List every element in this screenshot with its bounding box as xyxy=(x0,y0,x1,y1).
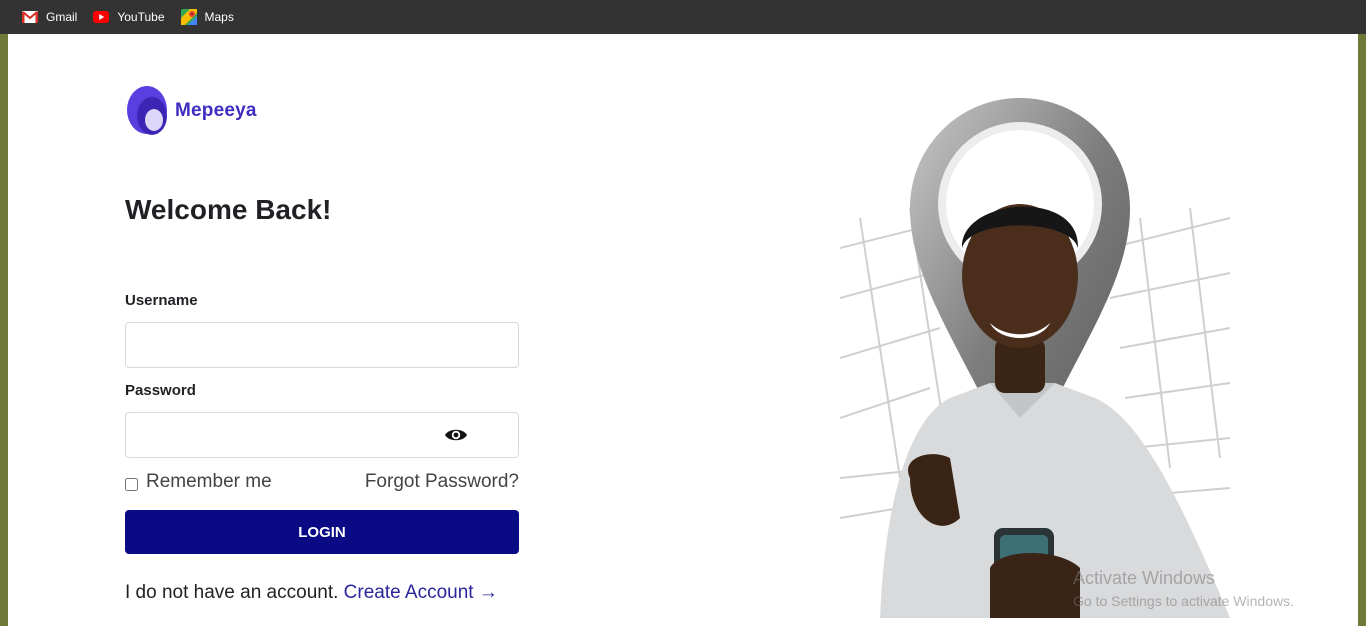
hero-illustration xyxy=(840,98,1230,618)
bookmark-label: YouTube xyxy=(117,10,165,24)
remember-checkbox[interactable] xyxy=(125,477,138,491)
gmail-icon xyxy=(22,9,38,25)
username-label: Username xyxy=(125,292,198,309)
bookmark-youtube[interactable]: YouTube xyxy=(93,9,165,25)
login-button[interactable]: LOGIN xyxy=(125,510,519,554)
brand-logo[interactable]: Mepeeya xyxy=(125,86,257,136)
bookmark-label: Maps xyxy=(204,10,234,24)
maps-icon xyxy=(180,9,197,25)
page-title: Welcome Back! xyxy=(125,194,332,225)
username-input[interactable] xyxy=(125,322,519,368)
activate-windows-watermark: Activate Windows Go to Settings to activ… xyxy=(1073,568,1294,609)
logo-mark-icon xyxy=(127,86,167,135)
watermark-title: Activate Windows xyxy=(1073,568,1216,588)
bookmarks-bar: Gmail YouTube Maps xyxy=(0,0,1366,34)
arrow-right-icon: → xyxy=(478,582,498,603)
create-account-link[interactable]: Create Account → xyxy=(344,582,498,603)
forgot-password-link[interactable]: Forgot Password? xyxy=(365,471,519,493)
bookmark-gmail[interactable]: Gmail xyxy=(22,9,77,25)
bookmark-label: Gmail xyxy=(46,10,78,24)
remember-me[interactable]: Remember me xyxy=(125,471,272,493)
login-page: Mepeeya Welcome Back! Username Password … xyxy=(8,34,1358,626)
watermark-subtitle: Go to Settings to activate Windows. xyxy=(1073,593,1294,609)
bookmark-maps[interactable]: Maps xyxy=(180,9,234,25)
brand-name: Mepeeya xyxy=(175,100,257,121)
signup-text: I do not have an account. xyxy=(125,582,339,603)
password-label: Password xyxy=(125,382,196,399)
remember-label: Remember me xyxy=(146,471,272,492)
youtube-icon xyxy=(93,9,110,25)
signup-prompt: I do not have an account. Create Account… xyxy=(125,582,498,604)
create-account-label: Create Account xyxy=(343,582,474,603)
eye-icon[interactable] xyxy=(444,426,468,444)
